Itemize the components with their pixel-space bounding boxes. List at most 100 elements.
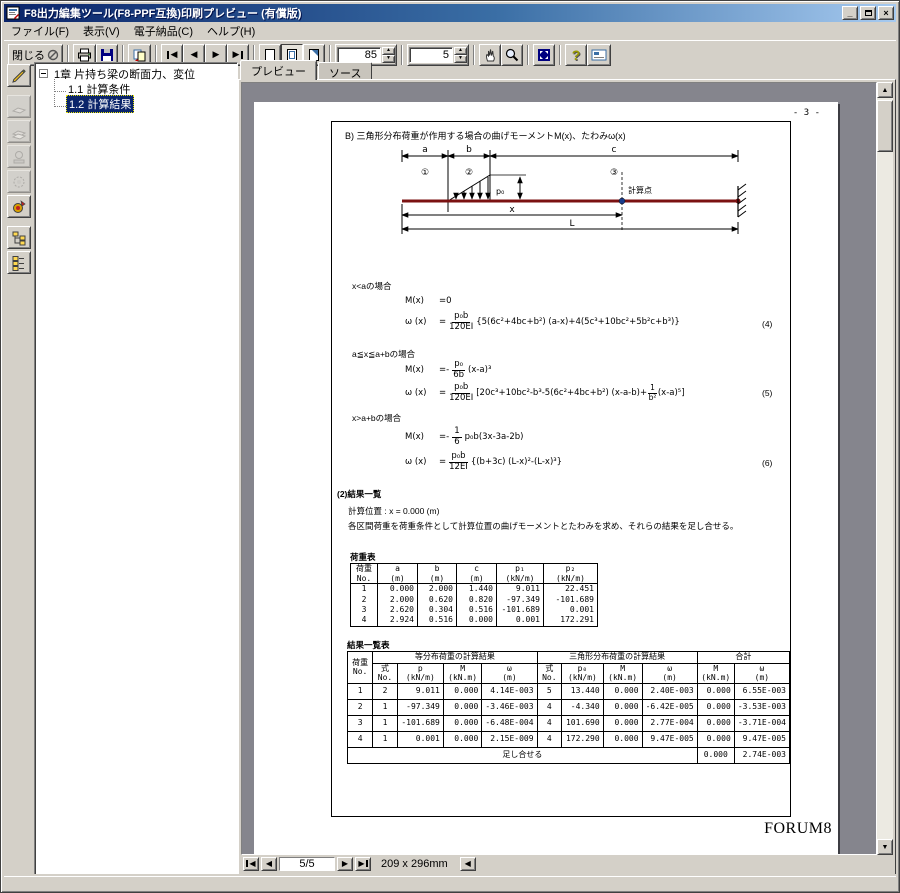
page-up-button[interactable]: ▲	[454, 46, 467, 55]
preview-canvas[interactable]: - 3 - B) 三角形分布荷重が作用する場合の曲げモーメントM(x)、たわみω…	[241, 82, 877, 855]
about-icon	[591, 49, 607, 60]
scroll-down-button[interactable]: ▼	[877, 839, 893, 855]
table-cell: 9.011	[396, 682, 444, 700]
nav-prev-page-button[interactable]: ◀	[261, 856, 277, 871]
window-title: F8出力編集ツール(F8-PPF互換)印刷プレビュー (有償版)	[24, 8, 302, 20]
scroll-up-button[interactable]: ▲	[877, 82, 893, 98]
page-indicator[interactable]	[279, 856, 335, 871]
tab-strip: プレビュー ソース	[240, 60, 896, 80]
table-cell: 172.291	[543, 615, 598, 627]
dim-a-label: a	[422, 145, 428, 155]
section2-title: (2)結果一覧	[337, 489, 382, 499]
column-header: 式 No.	[536, 662, 563, 684]
menu-view[interactable]: 表示(V)	[76, 21, 127, 41]
table-cell: 2.000	[417, 583, 457, 595]
formula-case3-deflection: ω (x) = p₀b 12EI {(b+3c) (L-x)²-(L-x)³}	[405, 451, 563, 472]
menu-file[interactable]: ファイル(F)	[4, 21, 76, 41]
table-cell: -6.42E-005	[641, 698, 698, 716]
maximize-icon	[864, 10, 872, 16]
paper-size-label: 209 x 296mm	[381, 857, 448, 870]
preview-frame: - 3 - B) 三角形分布荷重が作用する場合の曲げモーメントM(x)、たわみω…	[238, 79, 896, 875]
formula-case1-deflection: ω (x) = p₀b 120EI {5(6c²+4bc+b²) (a-x)+4(…	[405, 311, 680, 332]
maximize-button[interactable]	[860, 6, 876, 20]
close-button[interactable]: ×	[878, 6, 894, 20]
column-header: b (m)	[417, 562, 457, 585]
tree-list-icon	[12, 255, 24, 271]
approval-stamp-button[interactable]	[7, 195, 31, 218]
tree-structure-button[interactable]	[7, 226, 31, 249]
copy-page-button[interactable]	[7, 95, 31, 118]
segment-3-label: ③	[610, 168, 618, 178]
scrollbar-thumb[interactable]	[877, 100, 893, 152]
table-cell: 1.440	[456, 583, 497, 595]
table-cell: 0.000	[377, 583, 418, 595]
table-cell: 1	[372, 730, 398, 748]
vertical-scrollbar[interactable]: ▲ ▼	[877, 82, 893, 855]
nav-next-page-button[interactable]: ▶	[337, 856, 353, 871]
calc-point-dot	[618, 197, 626, 205]
column-header: 式 No.	[372, 662, 398, 684]
table-cell: 0.000	[602, 682, 643, 700]
table-cell: 0.000	[442, 730, 483, 748]
tree-root-label[interactable]: 1章 片持ち梁の断面力、変位	[52, 66, 197, 82]
single-page-icon	[265, 48, 275, 61]
result-table-sub-header-row: 式 No. p (kN/m) M (kN.m) ω (m) 式 No. p₀ (kN/m) …	[348, 662, 791, 684]
column-header: p₀ (kN/m)	[561, 662, 604, 684]
tab-preview[interactable]: プレビュー	[240, 60, 317, 80]
column-header: ω (m)	[481, 662, 538, 684]
equation-number: (4)	[762, 319, 773, 329]
last-arrow-icon: ▶	[358, 859, 365, 868]
table-cell: 1	[346, 682, 374, 700]
app-window: F8出力編集ツール(F8-PPF互換)印刷プレビュー (有償版) _ × ファイ…	[0, 0, 900, 893]
paste-page-button[interactable]	[7, 120, 31, 143]
table-cell: 0.001	[496, 615, 544, 627]
page-nav-bar: ◀ ◀ ▶ ▶ 209 x 296mm ◀	[241, 855, 893, 872]
nav-first-page-button[interactable]: ◀	[243, 856, 259, 871]
page-number: - 3 -	[792, 108, 820, 118]
collapse-icon[interactable]	[39, 69, 48, 78]
content-border-box: B) 三角形分布荷重が作用する場合の曲げモーメントM(x)、たわみω(x) a …	[331, 121, 791, 817]
minimize-button[interactable]: _	[842, 6, 858, 20]
formula-case3-moment: M(x) =- 16 p₀b(3x-3a-2b)	[405, 426, 524, 447]
stamp-button[interactable]	[7, 145, 31, 168]
table-cell: 2	[346, 698, 374, 716]
next-arrow-icon: ▶	[341, 859, 349, 868]
group-header-total: 合計	[696, 651, 791, 664]
h-scroll-left-button[interactable]: ◀	[459, 856, 476, 871]
table-cell: 5	[536, 682, 563, 700]
tree-item-label-selected[interactable]: 1.2 計算結果	[66, 94, 135, 113]
table-cell: -3.53E-003	[733, 698, 791, 716]
last-page-icon	[241, 50, 244, 59]
table-cell: 1	[372, 714, 398, 732]
close-preview-label: 閉じる	[12, 49, 45, 62]
seal-button[interactable]	[7, 170, 31, 193]
edit-annotation-button[interactable]	[7, 64, 31, 87]
tab-source[interactable]: ソース	[318, 62, 373, 80]
tree-list-button[interactable]	[7, 251, 31, 274]
table-cell: -97.349	[396, 698, 444, 716]
h-scroll-left-icon: ◀	[464, 859, 471, 868]
table-cell: 0.000	[442, 698, 483, 716]
table-cell: -4.340	[561, 698, 604, 716]
table-row: 2 2.000 0.620 0.820 -97.349 -101.689	[350, 594, 598, 605]
table-cell: 0.516	[417, 615, 457, 627]
side-toolbar	[4, 62, 34, 875]
footer-deflection-total: 2.74E-003	[733, 746, 791, 764]
prev-arrow-icon: ◀	[265, 859, 273, 868]
nav-last-page-button[interactable]: ▶	[355, 856, 371, 871]
menu-help[interactable]: ヘルプ(H)	[200, 21, 262, 41]
result-table-footer-row: 足し合せる 0.000 2.74E-003	[347, 746, 791, 764]
p0-label: p₀	[496, 187, 504, 196]
table-cell: 0.000	[696, 698, 735, 716]
stamp-icon	[13, 150, 25, 163]
first-page-icon	[166, 50, 169, 59]
table-cell: -3.46E-003	[481, 698, 538, 716]
table-row: 4 2.924 0.516 0.000 0.001 172.291	[350, 615, 598, 627]
zoom-up-button[interactable]: ▲	[382, 46, 395, 55]
table-cell: 0.000	[602, 698, 643, 716]
print-icon	[78, 48, 91, 61]
table-cell: -3.71E-004	[733, 714, 791, 732]
table-cell: 6.55E-003	[733, 682, 791, 700]
menu-delivery[interactable]: 電子納品(C)	[127, 21, 200, 41]
table-row: 4 1 0.001 0.000 2.15E-009 4 172.290 0.000 9.47E-…	[346, 730, 791, 748]
